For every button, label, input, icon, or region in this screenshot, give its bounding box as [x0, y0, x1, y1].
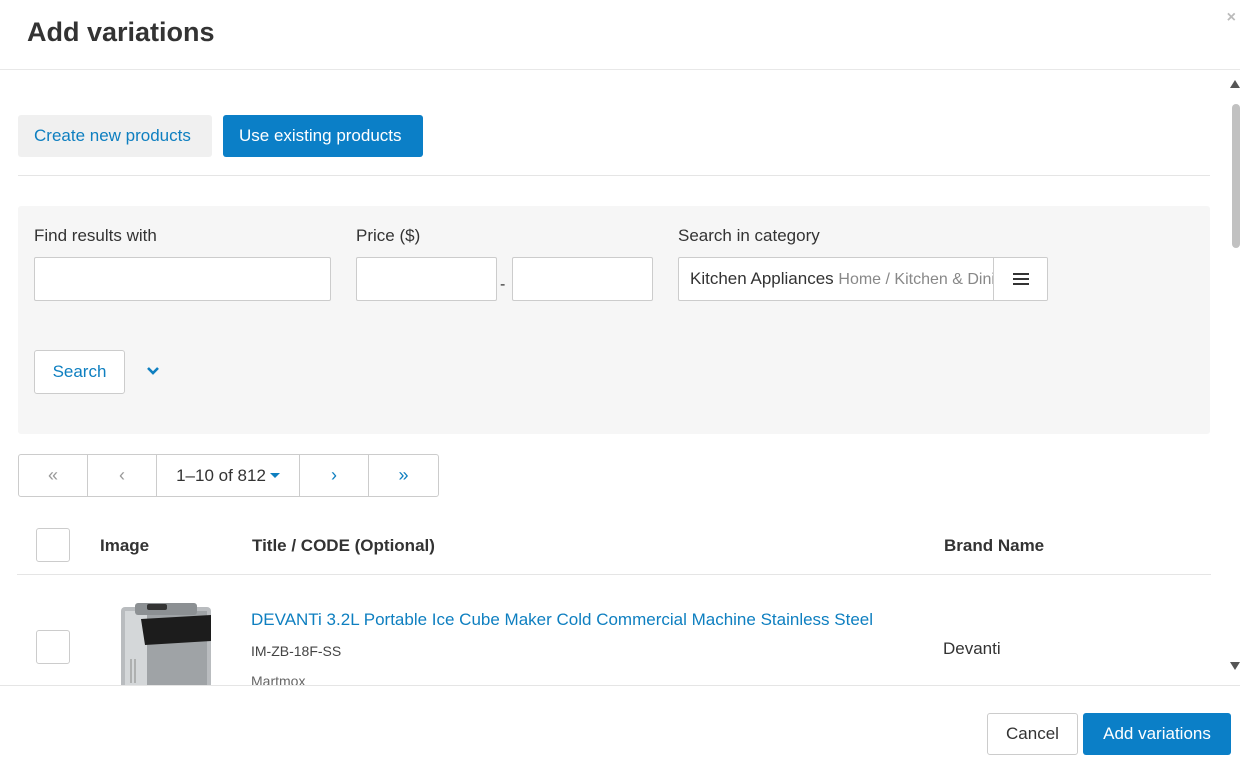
filter-panel: Find results with Price ($) - Search in …	[18, 206, 1210, 434]
close-icon[interactable]: ×	[1227, 9, 1236, 27]
scrollbar-thumb[interactable]	[1232, 104, 1240, 248]
category-value: Kitchen Appliances Home / Kitchen & Dini…	[690, 269, 995, 289]
product-brand: Devanti	[943, 639, 1001, 658]
page-first-button[interactable]: «	[19, 455, 88, 496]
product-title-link[interactable]: DEVANTi 3.2L Portable Ice Cube Maker Col…	[251, 610, 873, 630]
add-variations-button[interactable]: Add variations	[1083, 713, 1231, 755]
price-label: Price ($)	[356, 226, 421, 245]
find-results-label: Find results with	[34, 226, 157, 245]
pagination: « ‹ 1–10 of 812 › »	[18, 454, 439, 497]
scroll-up-arrow-icon[interactable]	[1230, 80, 1240, 88]
chevron-down-icon[interactable]	[146, 364, 160, 378]
price-separator: -	[500, 276, 506, 293]
caret-down-icon	[269, 473, 280, 478]
product-seller: Martmox	[251, 673, 306, 685]
product-code: IM-ZB-18F-SS	[251, 643, 342, 659]
category-select[interactable]: Kitchen Appliances Home / Kitchen & Dini…	[678, 257, 1048, 301]
tab-use-existing-products[interactable]: Use existing products	[223, 115, 423, 157]
category-path: Home / Kitchen & Dining	[838, 271, 995, 288]
dialog-header: Add variations ×	[0, 0, 1240, 70]
find-results-input[interactable]	[34, 257, 331, 301]
tab-divider	[18, 175, 1210, 176]
table-header: Image Title / CODE (Optional) Brand Name	[17, 516, 1211, 575]
scroll-down-arrow-icon[interactable]	[1230, 662, 1240, 670]
dialog-title: Add variations	[27, 17, 215, 47]
search-button[interactable]: Search	[34, 350, 125, 394]
search-category-label: Search in category	[678, 226, 820, 245]
column-title: Title / CODE (Optional)	[252, 536, 435, 555]
price-min-input[interactable]	[356, 257, 497, 301]
row-checkbox[interactable]	[36, 630, 70, 664]
select-all-checkbox[interactable]	[36, 528, 70, 562]
column-brand: Brand Name	[944, 536, 1045, 555]
dialog-footer: Cancel Add variations	[0, 685, 1240, 772]
page-range-dropdown[interactable]: 1–10 of 812	[157, 455, 300, 496]
tab-create-new-products[interactable]: Create new products	[18, 115, 212, 157]
category-name: Kitchen Appliances	[690, 269, 834, 288]
dialog-body: Create new products Use existing product…	[0, 71, 1228, 685]
table-row: DEVANTi 3.2L Portable Ice Cube Maker Col…	[17, 576, 1211, 685]
page-prev-button[interactable]: ‹	[88, 455, 157, 496]
cancel-button[interactable]: Cancel	[987, 713, 1078, 755]
page-range-label: 1–10 of 812	[176, 465, 266, 485]
page-last-button[interactable]: »	[369, 455, 438, 496]
category-menu-button[interactable]	[993, 258, 1047, 300]
price-max-input[interactable]	[512, 257, 653, 301]
page-next-button[interactable]: ›	[300, 455, 369, 496]
product-thumbnail	[121, 603, 211, 685]
column-image: Image	[100, 536, 150, 555]
menu-icon	[1012, 273, 1029, 285]
